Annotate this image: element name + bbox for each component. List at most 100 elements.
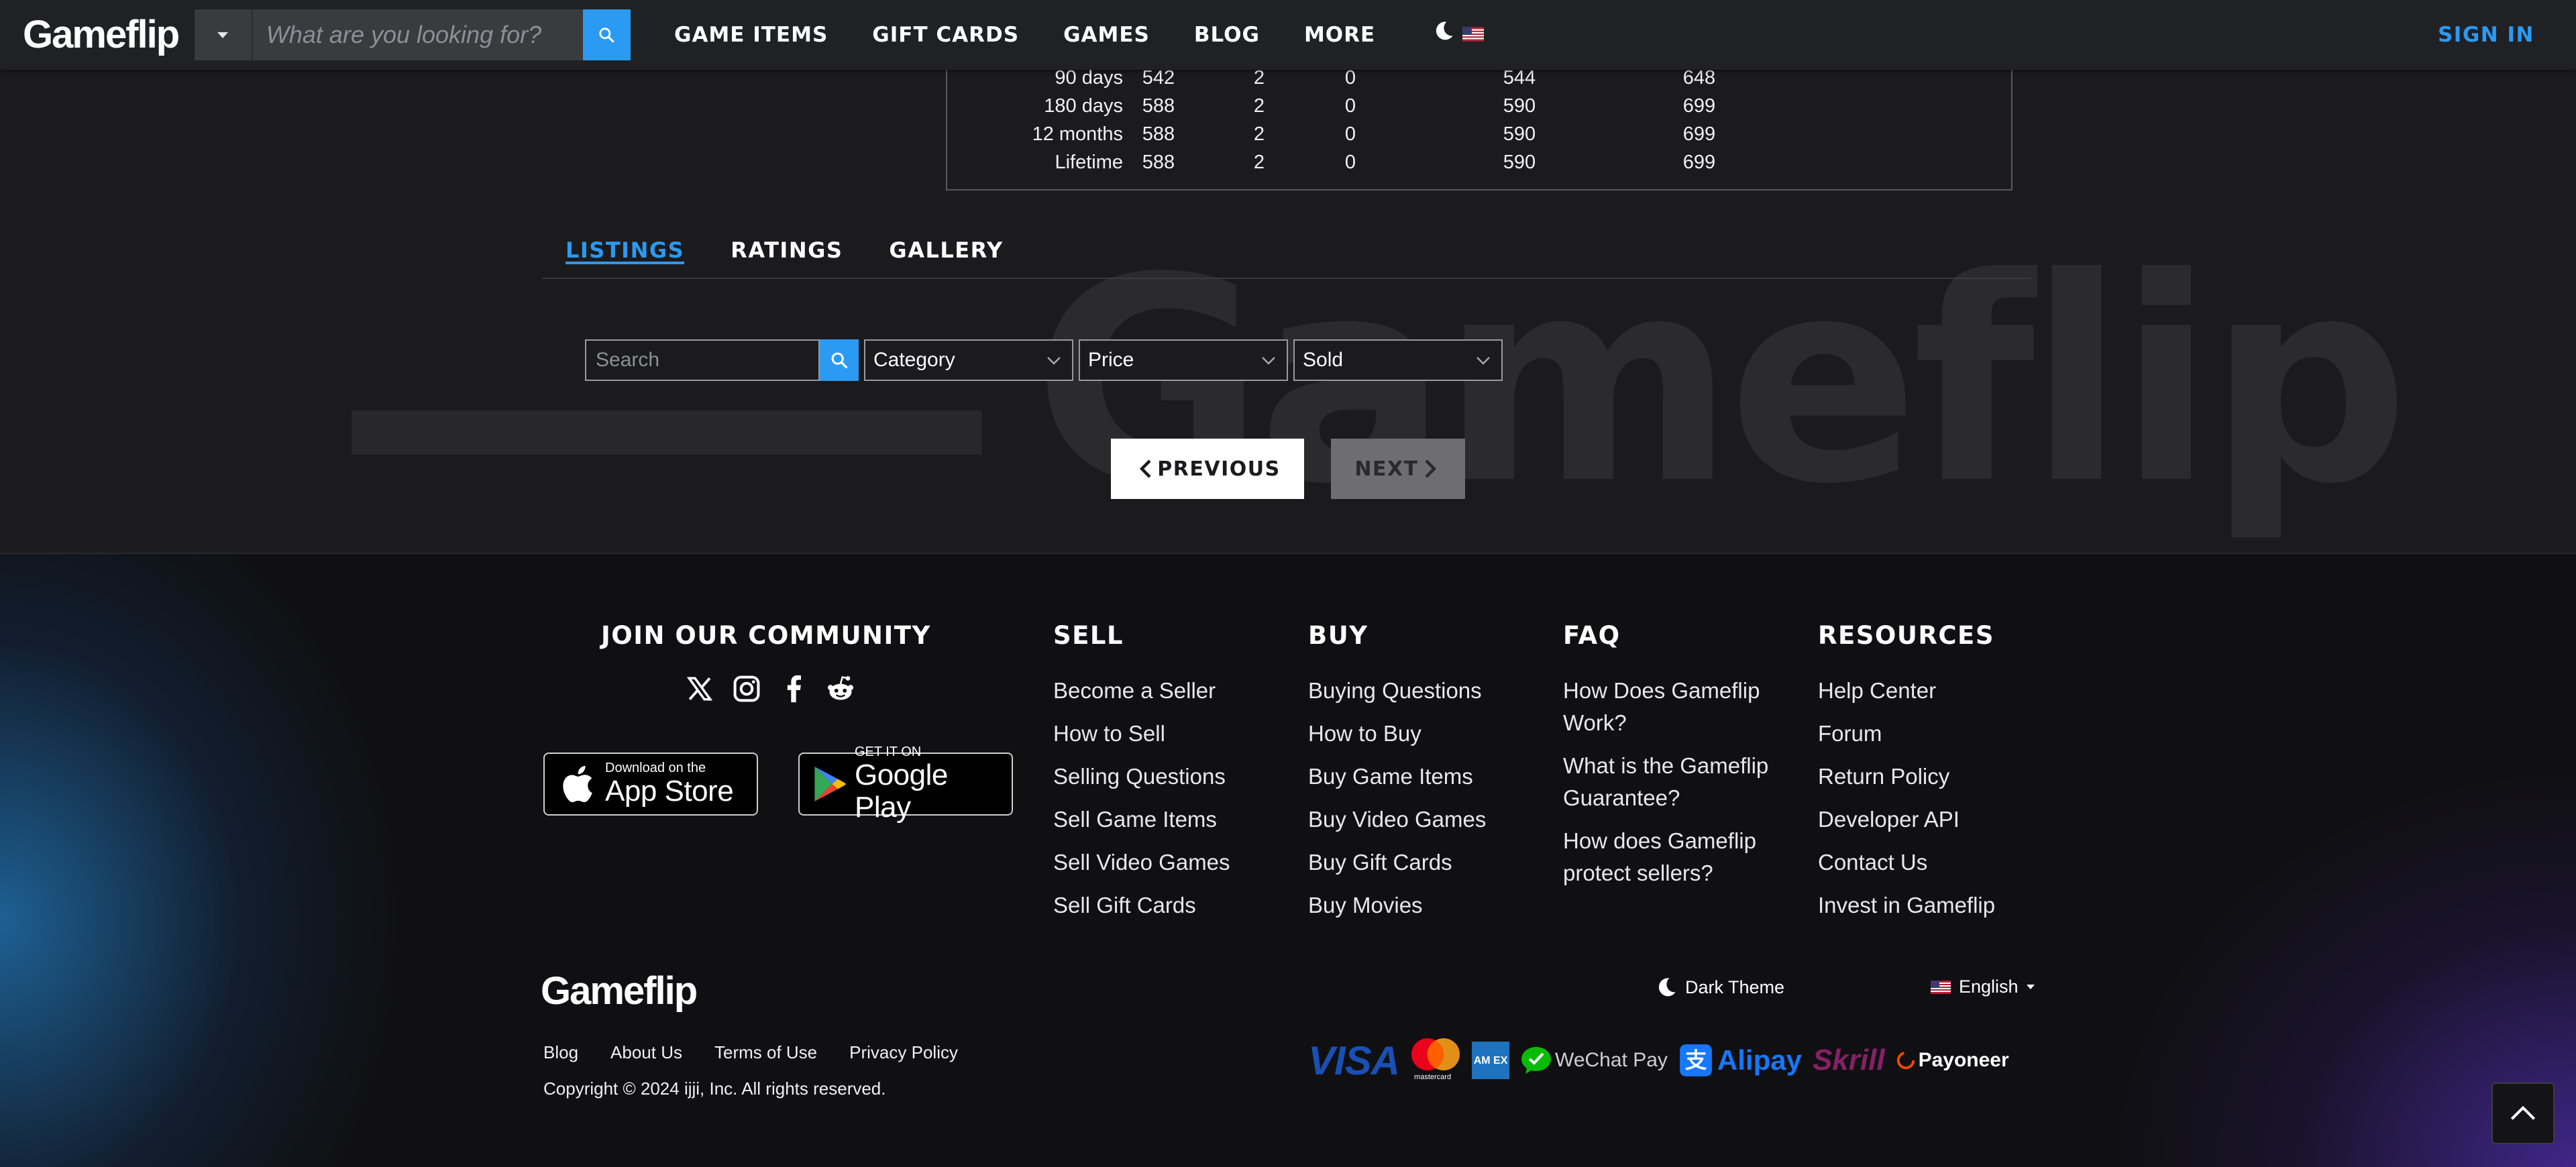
nav-more[interactable]: MORE bbox=[1304, 23, 1375, 47]
footer-link[interactable]: Developer API bbox=[1818, 803, 1995, 836]
resources-links: Help Center Forum Return Policy Develope… bbox=[1818, 675, 1995, 932]
nav-games[interactable]: GAMES bbox=[1063, 23, 1150, 47]
stat-cell: 648 bbox=[1682, 67, 1716, 89]
footer-gameflip-logo[interactable]: Gameflip bbox=[541, 968, 698, 1013]
listing-search-button[interactable] bbox=[820, 339, 859, 381]
faq-link-line: How Does Gameflip bbox=[1563, 678, 1760, 703]
google-play-button[interactable]: GET IT ON Google Play bbox=[798, 744, 1013, 824]
stat-cell: 588 bbox=[1142, 152, 1175, 173]
svg-text:支: 支 bbox=[1685, 1048, 1707, 1073]
stat-cell: 2 bbox=[1253, 95, 1265, 117]
faq-link[interactable]: How does Gameflip protect sellers? bbox=[1563, 825, 1768, 889]
stat-cell: 0 bbox=[1344, 152, 1356, 173]
us-flag-icon bbox=[1931, 980, 1951, 994]
listing-filters: Category Price Sold bbox=[585, 339, 1508, 381]
faq-link-line: How does Gameflip bbox=[1563, 828, 1756, 853]
table-row: 12 months 588 2 0 590 699 bbox=[947, 123, 2014, 152]
faq-link[interactable]: What is the Gameflip Guarantee? bbox=[1563, 750, 1768, 814]
nav-blog[interactable]: BLOG bbox=[1194, 23, 1260, 47]
global-search bbox=[195, 9, 631, 60]
footer-link[interactable]: Buy Movies bbox=[1308, 889, 1486, 922]
footer-link[interactable]: Selling Questions bbox=[1053, 761, 1230, 793]
search-category-dropdown[interactable] bbox=[195, 9, 253, 60]
footer-link[interactable]: Sell Game Items bbox=[1053, 803, 1230, 836]
category-select[interactable]: Category bbox=[864, 339, 1073, 381]
period-label: Lifetime bbox=[1055, 152, 1123, 173]
period-label: 90 days bbox=[1055, 67, 1123, 89]
dark-theme-toggle[interactable]: Dark Theme bbox=[1654, 975, 1784, 999]
chevron-right-icon bbox=[1425, 459, 1436, 478]
tab-listings[interactable]: LISTINGS bbox=[566, 231, 685, 264]
faq-link[interactable]: How Does Gameflip Work? bbox=[1563, 675, 1768, 739]
top-navigation: Gameflip GAME ITEMS GIFT CARDS GAMES BLO… bbox=[0, 0, 2576, 70]
footer-link[interactable]: Return Policy bbox=[1818, 761, 1995, 793]
language-label: English bbox=[1959, 977, 2019, 997]
listing-search-input[interactable] bbox=[585, 339, 820, 381]
google-play-icon bbox=[814, 767, 846, 801]
footer-link[interactable]: Sell Video Games bbox=[1053, 846, 1230, 879]
stat-cell: 0 bbox=[1344, 95, 1356, 117]
nav-game-items[interactable]: GAME ITEMS bbox=[674, 23, 828, 47]
payoneer-label: Payoneer bbox=[1918, 1049, 2009, 1071]
search-icon bbox=[831, 352, 848, 369]
social-links bbox=[683, 672, 871, 706]
app-store-button[interactable]: Download on the App Store bbox=[543, 753, 758, 816]
footer-link[interactable]: Forum bbox=[1818, 718, 1995, 750]
tab-gallery[interactable]: GALLERY bbox=[889, 231, 1003, 264]
sold-select-value: Sold bbox=[1303, 349, 1344, 371]
price-select[interactable]: Price bbox=[1079, 339, 1288, 381]
stat-cell: 699 bbox=[1682, 152, 1716, 173]
tab-ratings[interactable]: RATINGS bbox=[731, 231, 843, 264]
global-search-input[interactable] bbox=[252, 9, 583, 60]
caret-down-icon bbox=[2026, 985, 2035, 989]
footer-link[interactable]: Invest in Gameflip bbox=[1818, 889, 1995, 922]
global-search-button[interactable] bbox=[582, 9, 631, 60]
resources-heading: RESOURCES bbox=[1818, 621, 1994, 650]
alipay-label: Alipay bbox=[1717, 1044, 1802, 1076]
stat-cell: 2 bbox=[1253, 152, 1265, 173]
faq-link-line: Work? bbox=[1563, 710, 1627, 735]
search-icon bbox=[599, 27, 614, 43]
blog-link[interactable]: Blog bbox=[543, 1042, 578, 1063]
alipay-logo: 支 Alipay bbox=[1678, 1043, 1802, 1078]
language-select[interactable]: English bbox=[1931, 977, 2035, 997]
apple-icon bbox=[563, 765, 592, 803]
footer-link[interactable]: Buying Questions bbox=[1308, 675, 1486, 707]
table-row: Lifetime 588 2 0 590 699 bbox=[947, 152, 2014, 180]
next-page-button[interactable]: NEXT bbox=[1331, 439, 1465, 499]
about-us-link[interactable]: About Us bbox=[610, 1042, 682, 1063]
footer-link[interactable]: Buy Video Games bbox=[1308, 803, 1486, 836]
footer-link[interactable]: How to Sell bbox=[1053, 718, 1230, 750]
footer-link[interactable]: Buy Game Items bbox=[1308, 761, 1486, 793]
next-label: NEXT bbox=[1354, 457, 1419, 481]
footer-link[interactable]: Buy Gift Cards bbox=[1308, 846, 1486, 879]
reddit-icon[interactable] bbox=[824, 672, 857, 706]
footer-link[interactable]: How to Buy bbox=[1308, 718, 1486, 750]
sold-select[interactable]: Sold bbox=[1293, 339, 1503, 381]
facebook-icon[interactable] bbox=[777, 672, 810, 706]
skrill-logo: Skrill bbox=[1812, 1044, 1885, 1076]
buy-heading: BUY bbox=[1308, 621, 1368, 650]
sell-heading: SELL bbox=[1053, 621, 1124, 650]
table-row: 180 days 588 2 0 590 699 bbox=[947, 95, 2014, 123]
scroll-to-top-button[interactable] bbox=[2491, 1082, 2555, 1144]
terms-of-use-link[interactable]: Terms of Use bbox=[714, 1042, 817, 1063]
footer-link[interactable]: Contact Us bbox=[1818, 846, 1995, 879]
sign-in-link[interactable]: SIGN IN bbox=[2438, 23, 2534, 47]
moon-icon[interactable] bbox=[1432, 19, 1456, 43]
footer-link[interactable]: Become a Seller bbox=[1053, 675, 1230, 707]
us-flag-icon[interactable] bbox=[1462, 27, 1484, 42]
privacy-policy-link[interactable]: Privacy Policy bbox=[849, 1042, 958, 1063]
stat-cell: 590 bbox=[1503, 123, 1536, 145]
chevron-down-icon bbox=[1477, 357, 1490, 365]
chevron-left-icon bbox=[1140, 459, 1151, 478]
nav-gift-cards[interactable]: GIFT CARDS bbox=[872, 23, 1019, 47]
footer-link[interactable]: Help Center bbox=[1818, 675, 1995, 707]
instagram-icon[interactable] bbox=[730, 672, 763, 706]
x-icon[interactable] bbox=[683, 672, 716, 706]
table-row: 90 days 542 2 0 544 648 bbox=[947, 67, 2014, 95]
footer-link[interactable]: Sell Gift Cards bbox=[1053, 889, 1230, 922]
previous-page-button[interactable]: PREVIOUS bbox=[1111, 439, 1304, 499]
sell-links: Become a Seller How to Sell Selling Ques… bbox=[1053, 675, 1230, 932]
gameflip-logo[interactable]: Gameflip bbox=[23, 12, 180, 57]
